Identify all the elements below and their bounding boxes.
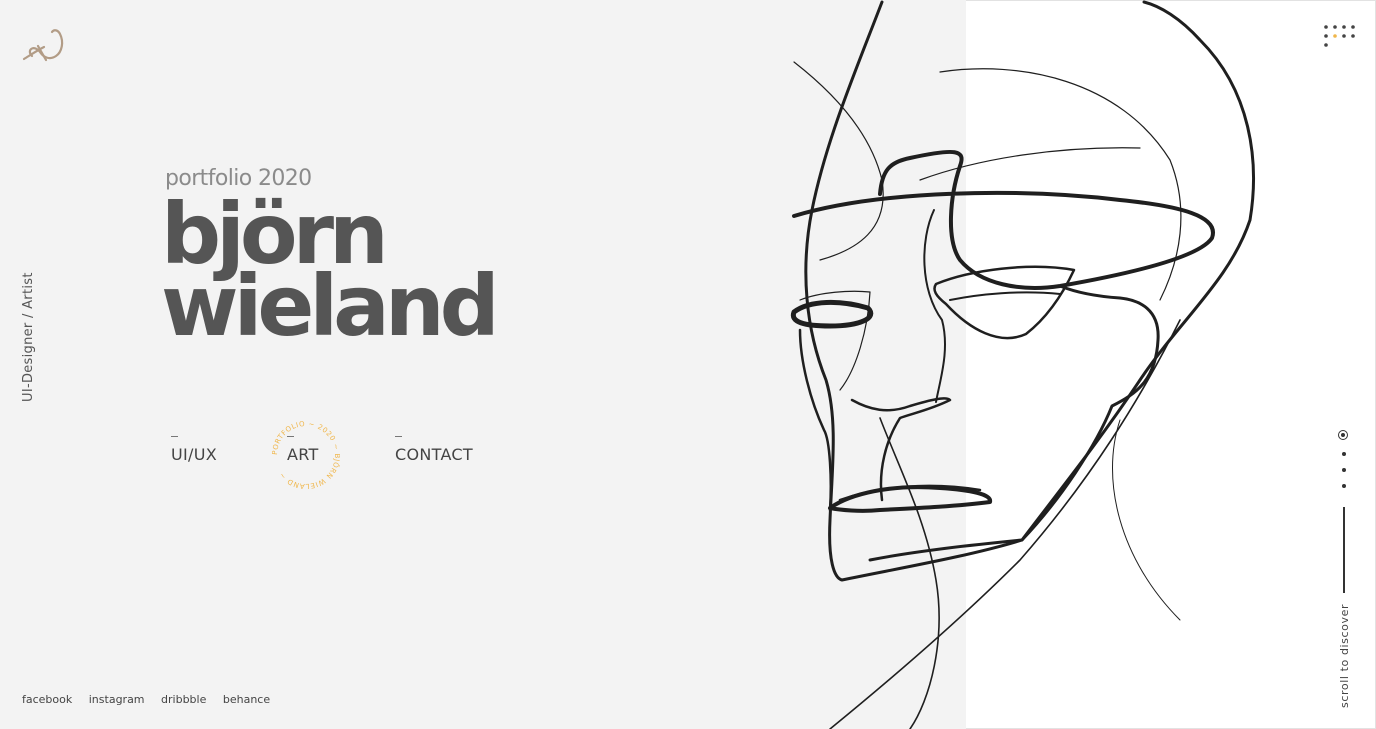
nav-uiux-label: UI/UX	[171, 445, 217, 464]
pager-dot[interactable]	[1342, 452, 1346, 456]
face-line-drawing	[790, 0, 1255, 729]
nav-dash	[287, 436, 294, 437]
nav-uiux[interactable]: UI/UX	[171, 436, 217, 464]
nav-dash	[395, 436, 402, 437]
nav-contact[interactable]: CONTACT	[395, 436, 473, 464]
nav-art[interactable]: ART	[287, 436, 319, 464]
hero-name-last: wieland	[161, 257, 500, 355]
social-instagram[interactable]: instagram	[89, 693, 145, 706]
scroll-to-discover[interactable]: scroll to discover	[1338, 604, 1351, 708]
social-dribbble[interactable]: dribbble	[161, 693, 206, 706]
logo-icon[interactable]	[22, 26, 66, 66]
pager-dot[interactable]	[1342, 484, 1346, 488]
scroll-indicator-line	[1343, 507, 1345, 593]
section-pager	[1338, 430, 1352, 488]
role-tagline: UI-Designer / Artist	[21, 272, 36, 402]
pager-dot-active[interactable]	[1338, 430, 1348, 440]
social-facebook[interactable]: facebook	[22, 693, 72, 706]
social-behance[interactable]: behance	[223, 693, 270, 706]
nav-dash	[171, 436, 178, 437]
pager-dot[interactable]	[1342, 468, 1346, 472]
hero-name: björn wieland	[161, 192, 500, 355]
dot-grid-menu-icon[interactable]	[1323, 24, 1357, 48]
nav-art-label: ART	[287, 445, 319, 464]
social-links: facebook instagram dribbble behance	[22, 693, 283, 706]
nav-contact-label: CONTACT	[395, 445, 473, 464]
